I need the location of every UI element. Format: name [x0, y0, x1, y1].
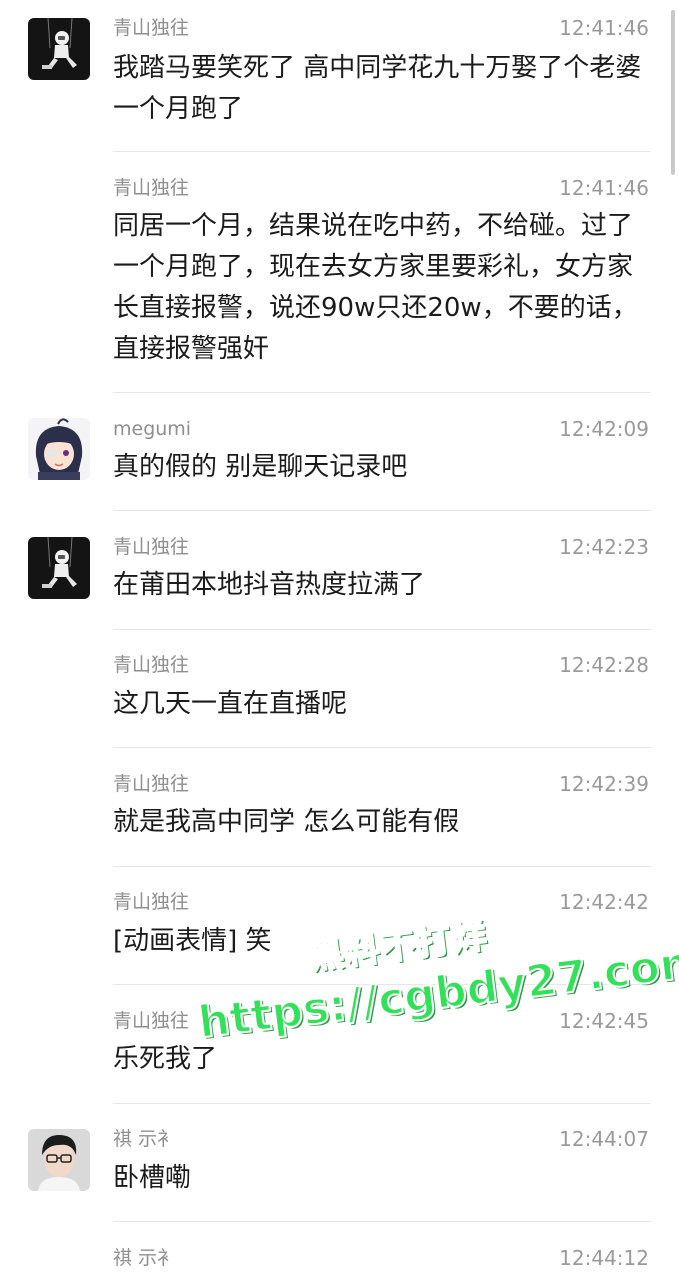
sender-name: 青山独往 [113, 891, 190, 913]
astronaut-avatar[interactable] [28, 537, 90, 599]
message-divider [113, 151, 651, 152]
message-timestamp: 12:42:28 [559, 653, 649, 677]
message-text: 乐死我了 [113, 1044, 218, 1074]
message-timestamp: 12:42:45 [559, 1009, 649, 1033]
message-divider [113, 392, 651, 393]
message-divider [113, 866, 651, 867]
message-divider [113, 747, 651, 748]
message-timestamp: 12:44:12 [559, 1246, 649, 1270]
message-timestamp: 12:44:07 [559, 1127, 649, 1151]
sender-name: 青山独往 [113, 536, 190, 558]
message-divider [113, 629, 651, 630]
message-text: [动画表情] 笑 [113, 926, 272, 956]
message-timestamp: 12:42:42 [559, 890, 649, 914]
message-text: 就是我高中同学 怎么可能有假 [113, 807, 460, 837]
sender-name: 青山独往 [113, 654, 190, 676]
message-divider [113, 1103, 651, 1104]
message-timestamp: 12:41:46 [559, 16, 649, 40]
sender-name: 青山独往 [113, 773, 190, 795]
anime-girl-avatar[interactable] [28, 418, 90, 480]
sender-name: 祺 示衤 [113, 1247, 177, 1269]
message-divider [113, 1221, 651, 1222]
astronaut-avatar[interactable] [28, 18, 90, 80]
sender-name: megumi [113, 418, 192, 440]
scrollbar[interactable] [671, 10, 675, 175]
sender-name: 青山独往 [113, 177, 190, 199]
message-text: 在莆田本地抖音热度拉满了 [113, 570, 426, 600]
message-timestamp: 12:42:09 [559, 417, 649, 441]
message-timestamp: 12:42:39 [559, 772, 649, 796]
message-timestamp: 12:41:46 [559, 176, 649, 200]
message-timestamp: 12:42:23 [559, 535, 649, 559]
sender-name: 青山独往 [113, 1010, 190, 1032]
message-divider [113, 984, 651, 985]
message-text: 这几天一直在直播呢 [113, 689, 348, 719]
sender-name: 祺 示衤 [113, 1128, 177, 1150]
sender-name: 青山独往 [113, 17, 190, 39]
message-text: 卧槽嘞 [113, 1163, 192, 1193]
message-text: 真的假的 别是聊天记录吧 [113, 452, 408, 482]
message-text: 同居一个月，结果说在吃中药，不给碰。过了一个月跑了，现在去女方家里要彩礼，女方家… [113, 211, 638, 364]
young-man-avatar[interactable] [28, 1129, 90, 1191]
message-text: 我踏马要笑死了 高中同学花九十万娶了个老婆 一个月跑了 [113, 53, 642, 124]
message-divider [113, 510, 651, 511]
chat-history-view: 青山独往 12:41:46 我踏马要笑死了 高中同学花九十万娶了个老婆 一个月跑… [0, 0, 679, 1280]
